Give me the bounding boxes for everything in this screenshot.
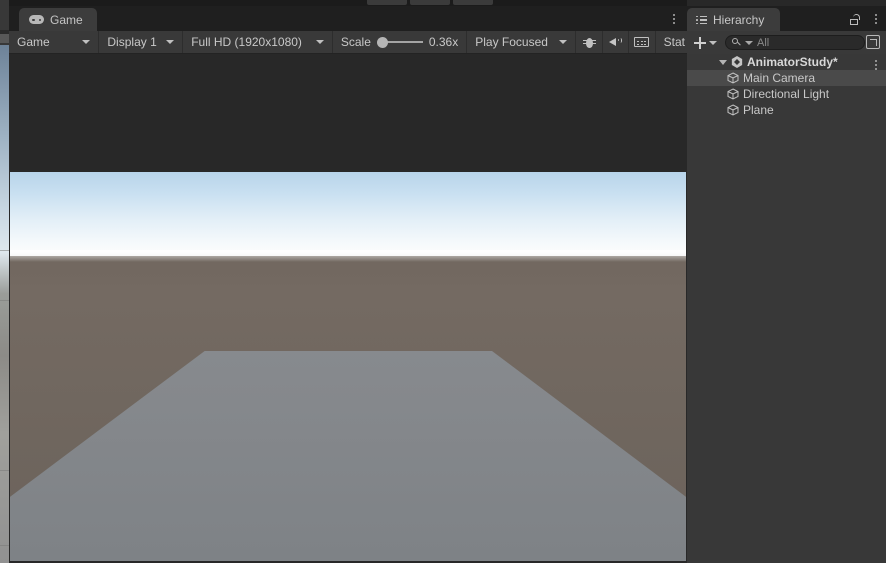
chevron-down-icon — [315, 40, 324, 44]
hierarchy-icon — [696, 15, 707, 25]
hierarchy-kebab-menu-icon[interactable] — [875, 14, 877, 24]
horizon-haze — [10, 250, 686, 262]
resolution-label: Full HD (1920x1080) — [191, 35, 302, 49]
scene-sliver-detail — [0, 470, 9, 471]
play-mode-label: Play Focused — [475, 35, 548, 49]
scale-slider-track — [382, 41, 423, 43]
scale-slider-knob[interactable] — [376, 36, 388, 48]
scene-name-label: AnimatorStudy* — [747, 55, 838, 69]
game-panel: Game Game Display 1 Full HD (1920x1080) … — [9, 6, 687, 563]
chevron-down-icon — [166, 40, 175, 44]
game-render-area — [10, 172, 686, 561]
pause-button[interactable] — [410, 0, 450, 5]
stats-button[interactable]: Stat — [656, 31, 687, 53]
scene-view-sliver[interactable] — [0, 0, 9, 563]
step-button[interactable] — [453, 0, 493, 5]
unity-editor-window: Game Game Display 1 Full HD (1920x1080) … — [0, 0, 886, 563]
hierarchy-panel: Hierarchy All AnimatorStudy* Main Camera… — [687, 0, 886, 563]
hierarchy-row-directional-light[interactable]: Directional Light — [687, 86, 886, 102]
tab-hierarchy-label: Hierarchy — [713, 12, 765, 27]
gameobject-cube-icon — [727, 72, 739, 84]
search-placeholder: All — [757, 36, 770, 49]
hierarchy-toolbar: All — [687, 31, 886, 54]
unity-scene-icon — [731, 56, 743, 68]
game-tabbar: Game — [9, 6, 687, 31]
tab-hierarchy[interactable]: Hierarchy — [687, 8, 781, 31]
view-mode-label: Game — [17, 35, 50, 49]
gameobject-label: Main Camera — [743, 71, 816, 85]
search-filter-chevron-icon[interactable] — [745, 40, 753, 45]
chevron-down-icon — [82, 40, 91, 44]
game-viewport[interactable] — [9, 54, 687, 563]
hierarchy-row-main-camera[interactable]: Main Camera — [687, 70, 886, 86]
game-tab-kebab-menu-icon[interactable] — [673, 14, 675, 24]
hierarchy-tree[interactable]: AnimatorStudy* Main Camera Directional L… — [687, 54, 886, 563]
scale-slider-group[interactable]: Scale 0.36x — [333, 31, 468, 53]
tab-game[interactable]: Game — [19, 8, 97, 31]
hierarchy-row-scene[interactable]: AnimatorStudy* — [687, 54, 886, 70]
gameobject-label: Directional Light — [743, 87, 830, 101]
gamepad-icon — [29, 15, 44, 24]
search-icon — [732, 38, 741, 47]
gameobject-cube-icon — [727, 88, 739, 100]
scene-sliver-detail — [0, 250, 9, 251]
bug-icon — [582, 36, 596, 49]
scale-slider[interactable] — [376, 36, 423, 48]
scale-value: 0.36x — [428, 35, 459, 49]
scene-row-kebab-menu-icon[interactable] — [875, 60, 877, 70]
scale-label: Scale — [340, 35, 371, 49]
tab-game-label: Game — [50, 12, 83, 27]
scene-sliver-detail — [0, 545, 9, 546]
add-gameobject-button[interactable] — [687, 36, 717, 49]
gizmos-toggle-button[interactable] — [629, 31, 656, 53]
scene-sliver-viewport — [0, 45, 9, 563]
speaker-icon — [608, 36, 623, 48]
debug-toggle-button[interactable] — [576, 31, 603, 53]
gameobject-label: Plane — [743, 103, 774, 117]
play-button[interactable] — [367, 0, 407, 5]
chevron-down-icon — [709, 40, 717, 45]
stats-label: Stat — [663, 35, 686, 49]
resolution-dropdown[interactable]: Full HD (1920x1080) — [183, 31, 333, 53]
play-mode-dropdown[interactable]: Play Focused — [467, 31, 577, 53]
display-dropdown[interactable]: Display 1 — [99, 31, 184, 53]
lock-open-icon[interactable] — [850, 14, 860, 25]
game-toolbar: Game Display 1 Full HD (1920x1080) Scale… — [9, 31, 687, 54]
view-mode-dropdown[interactable]: Game — [9, 31, 100, 53]
keyboard-icon — [634, 37, 650, 47]
mute-audio-button[interactable] — [603, 31, 630, 53]
gameobject-cube-icon — [727, 104, 739, 116]
display-label: Display 1 — [107, 35, 157, 49]
chevron-down-icon[interactable] — [719, 59, 727, 65]
scene-sliver-detail — [0, 300, 9, 301]
open-in-new-window-icon[interactable] — [866, 35, 880, 49]
hierarchy-row-plane[interactable]: Plane — [687, 102, 886, 118]
chevron-down-icon — [559, 40, 568, 44]
hierarchy-search-input[interactable]: All — [725, 35, 865, 50]
sky-gradient — [10, 172, 686, 259]
plus-icon — [694, 36, 706, 49]
scene-sliver-icon — [0, 34, 9, 43]
